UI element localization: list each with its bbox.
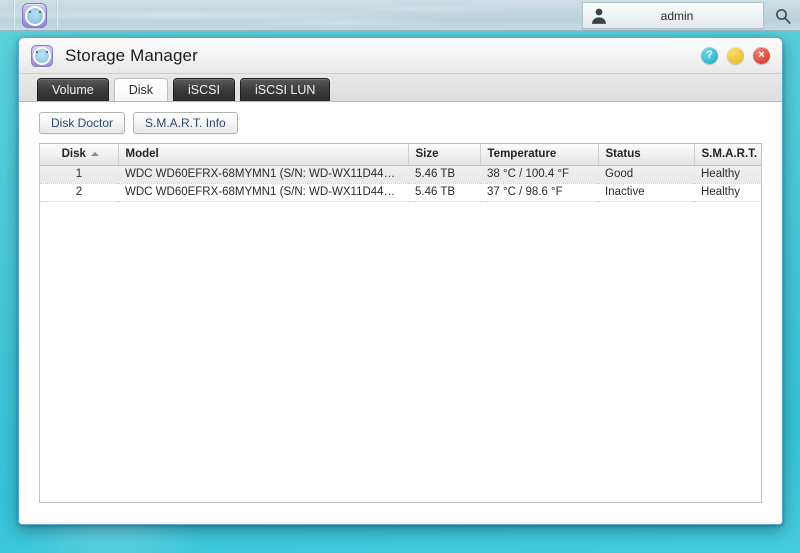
tab-bar: Volume Disk iSCSI iSCSI LUN [19, 74, 782, 102]
column-header-smart[interactable]: S.M.A.R.T. [694, 144, 761, 166]
disk-doctor-button[interactable]: Disk Doctor [39, 112, 126, 134]
storage-manager-glyph [33, 46, 51, 65]
cell-model: WDC WD60EFRX-68MYMN1 (S/N: WD-WX11D44318… [118, 183, 408, 202]
cell-temperature: 38 °C / 100.4 °F [480, 165, 598, 184]
tab-iscsi[interactable]: iSCSI [173, 78, 235, 101]
cell-smart: Healthy [694, 183, 761, 202]
search-button[interactable] [770, 3, 796, 28]
column-header-disk[interactable]: Disk [40, 144, 119, 166]
tab-volume[interactable]: Volume [37, 78, 109, 101]
cell-size: 5.46 TB [408, 165, 480, 184]
taskbar-divider-right [56, 0, 58, 30]
table-row[interactable]: 2 WDC WD60EFRX-68MYMN1 (S/N: WD-WX11D443… [40, 183, 761, 202]
column-header-status[interactable]: Status [598, 144, 695, 166]
cell-status: Good [598, 165, 694, 184]
column-header-model[interactable]: Model [118, 144, 409, 166]
tab-disk[interactable]: Disk [113, 78, 169, 101]
column-header-size[interactable]: Size [408, 144, 481, 166]
help-button[interactable]: ? [701, 47, 718, 64]
taskbar-divider-left [13, 0, 15, 30]
tab-iscsi-lun[interactable]: iSCSI LUN [239, 78, 331, 101]
username-label: admin [660, 8, 694, 23]
cell-smart: Healthy [694, 165, 761, 184]
close-button[interactable]: × [753, 47, 770, 64]
table-body: 1 WDC WD60EFRX-68MYMN1 (S/N: WD-WX11D443… [40, 165, 761, 202]
storage-manager-window: Storage Manager ? × Volume Disk iSCSI iS… [18, 37, 783, 525]
column-header-temperature[interactable]: Temperature [480, 144, 599, 166]
disk-table: Disk Model Size Temperature Status S.M.A… [40, 144, 761, 202]
minimize-button[interactable] [727, 47, 744, 64]
search-icon [776, 8, 791, 24]
cell-temperature: 37 °C / 98.6 °F [480, 183, 598, 202]
window-controls: ? × [701, 47, 770, 64]
toolbar: Disk Doctor S.M.A.R.T. Info [19, 102, 782, 143]
user-menu[interactable]: admin [582, 2, 764, 29]
app-launcher-icon[interactable] [22, 3, 47, 28]
table-header-row: Disk Model Size Temperature Status S.M.A… [40, 144, 761, 166]
launcher-glyph [24, 5, 45, 26]
window-title-bar[interactable]: Storage Manager ? × [19, 38, 782, 74]
storage-manager-icon [31, 44, 53, 67]
window-content: Disk Doctor S.M.A.R.T. Info Disk Model S… [19, 102, 782, 524]
smart-info-button[interactable]: S.M.A.R.T. Info [133, 112, 238, 134]
cell-disk: 2 [40, 183, 118, 202]
table-row[interactable]: 1 WDC WD60EFRX-68MYMN1 (S/N: WD-WX11D443… [40, 165, 761, 184]
disk-table-container: Disk Model Size Temperature Status S.M.A… [39, 143, 762, 503]
cell-model: WDC WD60EFRX-68MYMN1 (S/N: WD-WX11D44308… [118, 165, 408, 184]
person-icon [592, 8, 606, 24]
cell-status: Inactive [598, 183, 694, 202]
taskbar: admin [0, 0, 800, 31]
cell-disk: 1 [40, 165, 118, 184]
column-header-disk-label: Disk [61, 148, 86, 161]
cell-size: 5.46 TB [408, 183, 480, 202]
page-title: Storage Manager [65, 45, 198, 65]
sort-ascending-icon [90, 152, 99, 157]
table-header: Disk Model Size Temperature Status S.M.A… [40, 144, 761, 166]
